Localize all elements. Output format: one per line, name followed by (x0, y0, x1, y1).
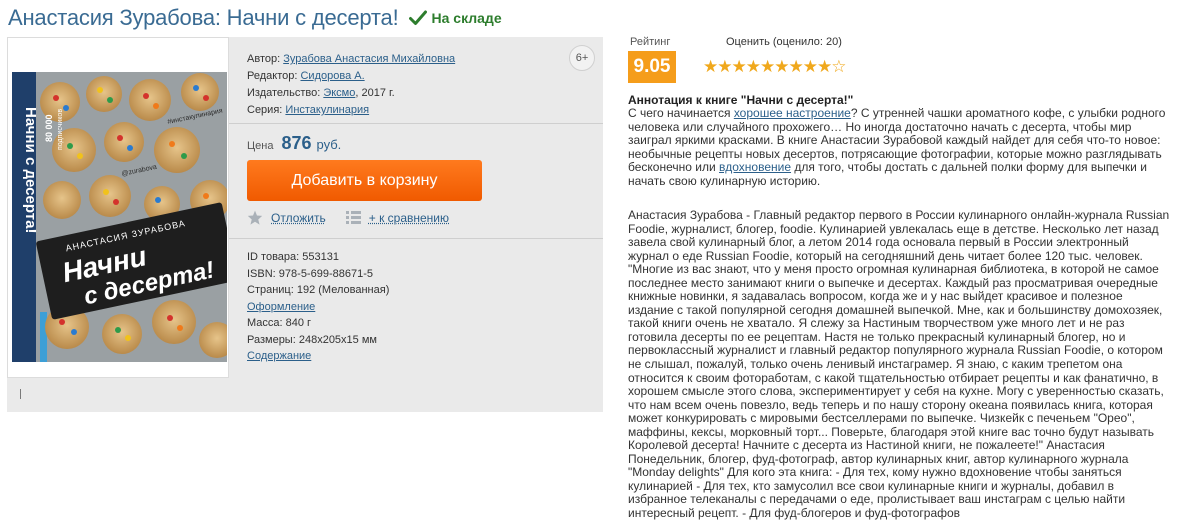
book-cover-image[interactable]: Начни с десерта! 80 000 подписчиков @zur… (12, 72, 227, 362)
star-filled-icon[interactable]: ★ (717, 57, 732, 76)
annotation-text: С чего начинается (628, 106, 734, 120)
product-info: 6+ Автор: Зурабова Анастасия Михайловна … (229, 37, 603, 412)
publisher-label: Издательство: (247, 87, 321, 99)
star-filled-icon[interactable]: ★ (817, 57, 832, 76)
defer-button[interactable]: Отложить (247, 210, 326, 225)
detail-weight-row: Масса: 840 г (247, 315, 389, 332)
stock-status-label: На складе (431, 10, 502, 26)
pages-label: Страниц: (247, 284, 294, 296)
product-meta: Автор: Зурабова Анастасия Михайловна Ред… (247, 51, 455, 119)
rating-label: Рейтинг (630, 36, 671, 48)
actions-row: Отложить + к сравнению (247, 210, 449, 225)
title-row: Анастасия Зурабова: Начни с десерта! На … (8, 5, 502, 31)
star-filled-icon[interactable]: ★ (760, 57, 775, 76)
size-label: Размеры: (247, 333, 296, 346)
page-title: Анастасия Зурабова: Начни с десерта! (8, 5, 399, 30)
publication-year: , 2017 г. (355, 87, 395, 99)
star-filled-icon[interactable]: ★ (703, 57, 718, 76)
contents-link[interactable]: Содержание (247, 350, 311, 362)
add-to-cart-button[interactable]: Добавить в корзину (247, 160, 482, 201)
star-filled-icon[interactable]: ★ (803, 57, 818, 76)
meta-publisher-row: Издательство: Эксмо, 2017 г. (247, 85, 455, 102)
author-link[interactable]: Зурабова Анастасия Михайловна (283, 53, 455, 65)
detail-design-row: Оформление (247, 299, 389, 316)
id-label: ID товара: (247, 251, 300, 263)
detail-contents-row: Содержание (247, 348, 389, 365)
design-link[interactable]: Оформление (247, 301, 315, 313)
product-details: ID товара: 553131 ISBN: 978-5-699-88671-… (247, 249, 389, 365)
price-label: Цена (247, 140, 274, 152)
detail-pages-row: Страниц: 192 (Мелованная) (247, 282, 389, 299)
meta-series-row: Серия: Инстакулинария (247, 102, 455, 119)
star-empty-icon[interactable]: ☆ (831, 57, 846, 76)
detail-size-row: Размеры: 248x205x15 мм (247, 332, 389, 349)
price-value: 876 (281, 133, 312, 153)
price-currency: руб. (316, 137, 342, 152)
rate-prompt: Оценить (оценило: 20) (726, 36, 842, 48)
good-mood-link[interactable]: хорошее настроение (734, 106, 851, 120)
star-filled-icon[interactable]: ★ (774, 57, 789, 76)
series-label: Серия: (247, 104, 283, 116)
compare-label: + к сравнению (368, 210, 450, 225)
annotation-title: Аннотация к книге "Начни с десерта!" (628, 93, 854, 107)
weight-label: Масса: (247, 317, 283, 329)
rating-section: Рейтинг 9.05 Оценить (оценило: 20) ★★★★★… (628, 35, 888, 85)
rating-stars[interactable]: ★★★★★★★★★☆ (703, 57, 847, 77)
stock-status: На складе (408, 10, 502, 26)
isbn-label: ISBN: (247, 267, 276, 280)
star-filled-icon[interactable]: ★ (746, 57, 761, 76)
cover-caption-marker (20, 389, 21, 399)
cover-badge-number: 80 000 (44, 114, 54, 142)
rating-badge: 9.05 (628, 51, 676, 83)
age-rating-badge: 6+ (569, 45, 595, 71)
defer-label: Отложить (271, 210, 326, 225)
compare-button[interactable]: + к сравнению (345, 210, 450, 225)
meta-editor-row: Редактор: Сидорова А. (247, 68, 455, 85)
detail-isbn-row: ISBN: 978-5-699-88671-5 (247, 266, 389, 283)
book-cover-art: Начни с десерта! 80 000 подписчиков @zur… (12, 72, 227, 362)
spine-title: Начни с десерта! (22, 107, 39, 233)
isbn-value: 978-5-699-88671-5 (278, 267, 373, 280)
author-label: Автор: (247, 53, 281, 65)
checkmark-icon (408, 10, 427, 25)
inspiration-link[interactable]: вдохновение (719, 160, 791, 175)
annotation-paragraph-1: С чего начинается хорошее настроение? С … (628, 106, 1170, 189)
star-icon (247, 210, 263, 225)
cover-badge-text: подписчиков (57, 109, 64, 150)
annotation-paragraph-2: Анастасия Зурабова - Главный редактор пе… (628, 208, 1170, 521)
divider (229, 123, 603, 124)
id-value: 553131 (302, 251, 339, 263)
editor-link[interactable]: Сидорова А. (300, 70, 364, 82)
meta-author-row: Автор: Зурабова Анастасия Михайловна (247, 51, 455, 68)
cover-box[interactable]: Начни с десерта! 80 000 подписчиков @zur… (7, 37, 229, 378)
series-link[interactable]: Инстакулинария (285, 104, 369, 116)
divider (229, 238, 603, 239)
star-filled-icon[interactable]: ★ (789, 57, 804, 76)
size-value: 248x205x15 мм (298, 333, 377, 346)
star-filled-icon[interactable]: ★ (732, 57, 747, 76)
product-panel: Начни с десерта! 80 000 подписчиков @zur… (7, 37, 603, 412)
detail-id-row: ID товара: 553131 (247, 249, 389, 266)
weight-value: 840 г (285, 317, 312, 329)
editor-label: Редактор: (247, 70, 298, 82)
pages-value: 192 (Мелованная) (296, 284, 390, 296)
list-icon (345, 211, 361, 224)
publisher-link[interactable]: Эксмо (323, 87, 355, 99)
price-row: Цена 876 руб. (247, 133, 341, 154)
